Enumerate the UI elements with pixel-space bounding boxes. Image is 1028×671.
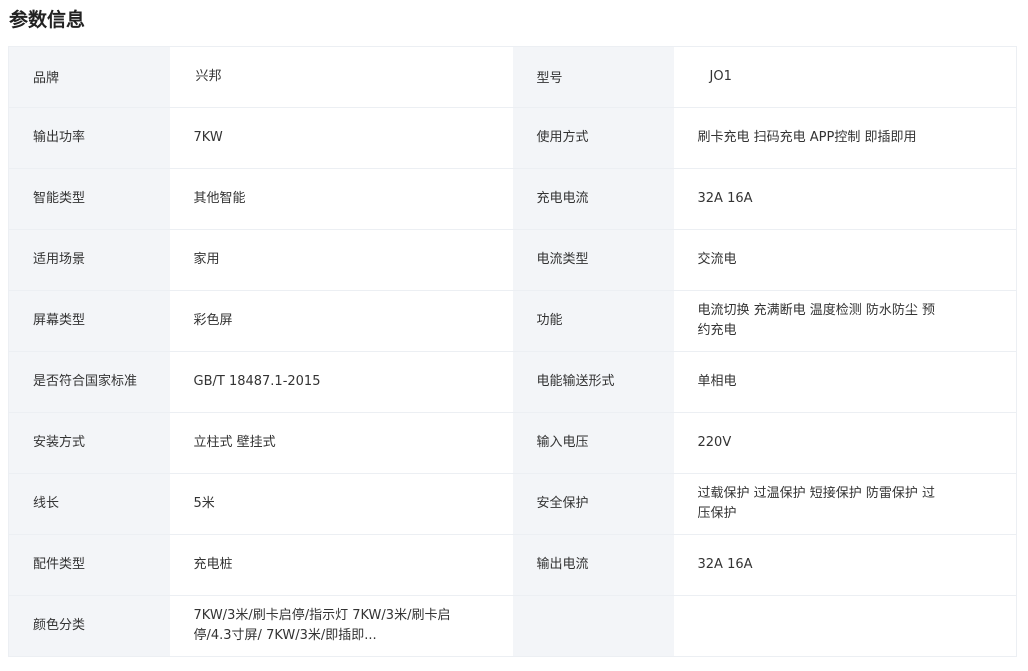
param-value: 单相电 <box>673 351 1017 413</box>
param-label: 线长 <box>8 473 170 535</box>
param-label: 屏幕类型 <box>8 290 170 352</box>
table-row: 智能类型 其他智能 充电电流 32A 16A <box>8 168 1017 230</box>
parameter-table: 品牌 兴邦 型号 JO1 输出功率 7KW 使用方式 刷卡充电 扫码充电 APP… <box>8 46 1017 657</box>
table-row: 是否符合国家标准 GB/T 18487.1-2015 电能输送形式 单相电 <box>8 351 1017 413</box>
param-value: 电流切换 充满断电 温度检测 防水防尘 预约充电 <box>697 303 936 338</box>
param-label: 是否符合国家标准 <box>8 351 170 413</box>
param-value: 家用 <box>169 229 513 291</box>
param-label: 智能类型 <box>8 168 170 230</box>
param-value: JO1 <box>673 46 1017 108</box>
param-value: 过载保护 过温保护 短接保护 防雷保护 过压保护 <box>697 486 936 521</box>
param-value: 220V <box>673 412 1017 474</box>
param-label: 输出功率 <box>8 107 170 169</box>
table-row: 颜色分类 7KW/3米/刷卡启停/指示灯 7KW/3米/刷卡启停/4.3寸屏/ … <box>8 595 1017 657</box>
table-row: 线长 5米 安全保护 过载保护 过温保护 短接保护 防雷保护 过压保护 <box>8 473 1017 535</box>
param-label: 安全保护 <box>512 473 674 535</box>
param-value: 7KW <box>169 107 513 169</box>
param-label <box>512 595 674 657</box>
table-row: 输出功率 7KW 使用方式 刷卡充电 扫码充电 APP控制 即插即用 <box>8 107 1017 169</box>
param-value: 32A 16A <box>673 534 1017 596</box>
param-value: 兴邦 <box>169 46 513 108</box>
param-label: 型号 <box>512 46 674 108</box>
param-value: 充电桩 <box>169 534 513 596</box>
param-label: 安装方式 <box>8 412 170 474</box>
section-title: 参数信息 <box>9 9 86 31</box>
param-label: 品牌 <box>8 46 170 108</box>
param-label: 颜色分类 <box>8 595 170 657</box>
param-value: 交流电 <box>673 229 1017 291</box>
param-value: 32A 16A <box>673 168 1017 230</box>
param-value: 其他智能 <box>169 168 513 230</box>
table-row: 配件类型 充电桩 输出电流 32A 16A <box>8 534 1017 596</box>
param-label: 输出电流 <box>512 534 674 596</box>
table-row: 安装方式 立柱式 壁挂式 输入电压 220V <box>8 412 1017 474</box>
param-value <box>673 595 1017 657</box>
param-value: GB/T 18487.1-2015 <box>169 351 513 413</box>
param-label: 输入电压 <box>512 412 674 474</box>
param-value: 立柱式 壁挂式 <box>169 412 513 474</box>
param-label: 电流类型 <box>512 229 674 291</box>
table-row: 适用场景 家用 电流类型 交流电 <box>8 229 1017 291</box>
param-label: 使用方式 <box>512 107 674 169</box>
param-value: 刷卡充电 扫码充电 APP控制 即插即用 <box>673 107 1017 169</box>
param-label: 电能输送形式 <box>512 351 674 413</box>
param-label: 适用场景 <box>8 229 170 291</box>
param-label: 功能 <box>512 290 674 352</box>
param-value: 彩色屏 <box>169 290 513 352</box>
table-row: 品牌 兴邦 型号 JO1 <box>8 46 1017 108</box>
param-label: 充电电流 <box>512 168 674 230</box>
param-value: 5米 <box>169 473 513 535</box>
param-value: 7KW/3米/刷卡启停/指示灯 7KW/3米/刷卡启停/4.3寸屏/ 7KW/3… <box>193 608 451 643</box>
param-label: 配件类型 <box>8 534 170 596</box>
table-row: 屏幕类型 彩色屏 功能 电流切换 充满断电 温度检测 防水防尘 预约充电 <box>8 290 1017 352</box>
